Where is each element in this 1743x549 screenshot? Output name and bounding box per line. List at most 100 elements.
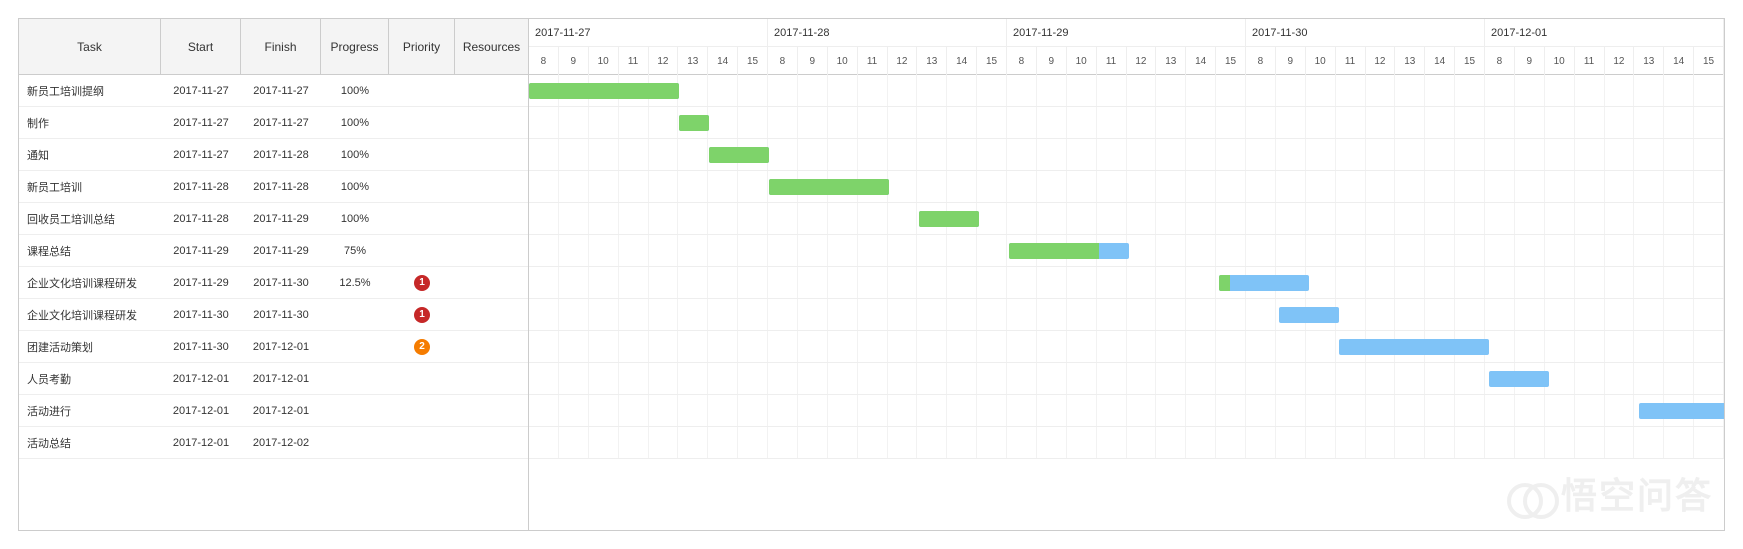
date-header-cell: 2017-12-01 xyxy=(1485,19,1724,46)
task-start-cell: 2017-11-29 xyxy=(161,267,241,298)
date-header-cell: 2017-11-27 xyxy=(529,19,768,46)
hour-header-cell: 11 xyxy=(1097,47,1127,75)
gantt-bar[interactable] xyxy=(679,115,709,131)
hour-header-cell: 8 xyxy=(1485,47,1515,75)
gantt-bar[interactable] xyxy=(709,147,769,163)
col-header-resources: Resources xyxy=(455,19,528,74)
task-finish-cell: 2017-11-28 xyxy=(241,139,321,170)
timeline-row xyxy=(529,171,1724,203)
hour-header-cell: 14 xyxy=(1664,47,1694,75)
task-start-cell: 2017-12-01 xyxy=(161,363,241,394)
date-header-cell: 2017-11-29 xyxy=(1007,19,1246,46)
hour-header-cell: 8 xyxy=(529,47,559,75)
timeline-row xyxy=(529,299,1724,331)
task-priority-cell xyxy=(389,203,455,234)
task-resources-cell xyxy=(455,107,528,138)
table-row[interactable]: 活动进行2017-12-012017-12-01 xyxy=(19,395,528,427)
task-name-cell: 团建活动策划 xyxy=(19,331,161,362)
hour-header-cell: 13 xyxy=(917,47,947,75)
table-row[interactable]: 通知2017-11-272017-11-28100% xyxy=(19,139,528,171)
gantt-bar[interactable] xyxy=(1639,403,1724,419)
hour-header-cell: 11 xyxy=(1575,47,1605,75)
gantt-bar-progress xyxy=(1009,243,1099,259)
timeline-date-row: 2017-11-272017-11-282017-11-292017-11-30… xyxy=(529,19,1724,47)
task-priority-cell xyxy=(389,171,455,202)
hour-header-cell: 13 xyxy=(678,47,708,75)
table-row[interactable]: 新员工培训2017-11-282017-11-28100% xyxy=(19,171,528,203)
hour-header-cell: 15 xyxy=(1694,47,1724,75)
hour-header-cell: 10 xyxy=(1306,47,1336,75)
table-row[interactable]: 新员工培训提纲2017-11-272017-11-27100% xyxy=(19,75,528,107)
table-row[interactable]: 制作2017-11-272017-11-27100% xyxy=(19,107,528,139)
table-row[interactable]: 企业文化培训课程研发2017-11-292017-11-3012.5%1 xyxy=(19,267,528,299)
task-progress-cell xyxy=(321,427,389,458)
task-start-cell: 2017-11-30 xyxy=(161,299,241,330)
task-resources-cell xyxy=(455,299,528,330)
gantt-bar[interactable] xyxy=(1339,339,1489,355)
gantt-bar[interactable] xyxy=(769,179,889,195)
task-progress-cell: 100% xyxy=(321,107,389,138)
hour-header-cell: 13 xyxy=(1395,47,1425,75)
task-resources-cell xyxy=(455,427,528,458)
table-row[interactable]: 团建活动策划2017-11-302017-12-01 2 xyxy=(19,331,528,363)
col-header-start: Start xyxy=(161,19,241,74)
task-finish-cell: 2017-12-01 xyxy=(241,395,321,426)
task-resources-cell xyxy=(455,235,528,266)
priority-badge-icon: 2 xyxy=(414,339,430,355)
col-header-progress: Progress xyxy=(321,19,389,74)
task-finish-cell: 2017-12-01 xyxy=(241,331,321,362)
hour-header-cell: 12 xyxy=(649,47,679,75)
hour-header-cell: 12 xyxy=(1605,47,1635,75)
task-name-cell: 新员工培训 xyxy=(19,171,161,202)
gantt-bar[interactable] xyxy=(919,211,979,227)
table-row[interactable]: 人员考勤2017-12-012017-12-01 xyxy=(19,363,528,395)
task-start-cell: 2017-11-28 xyxy=(161,203,241,234)
hour-header-cell: 14 xyxy=(1186,47,1216,75)
hour-header-cell: 10 xyxy=(828,47,858,75)
hour-header-cell: 9 xyxy=(798,47,828,75)
table-row[interactable]: 回收员工培训总结2017-11-282017-11-29100% xyxy=(19,203,528,235)
hour-header-cell: 10 xyxy=(1067,47,1097,75)
task-priority-cell xyxy=(389,235,455,266)
task-priority-cell: 1 xyxy=(389,267,455,298)
priority-badge-icon: 1 xyxy=(414,307,430,323)
table-row[interactable]: 课程总结2017-11-292017-11-2975% xyxy=(19,235,528,267)
hour-header-cell: 13 xyxy=(1634,47,1664,75)
task-priority-cell: 1 xyxy=(389,299,455,330)
task-start-cell: 2017-11-29 xyxy=(161,235,241,266)
hour-header-cell: 11 xyxy=(858,47,888,75)
task-priority-cell xyxy=(389,427,455,458)
table-row[interactable]: 活动总结2017-12-012017-12-02 xyxy=(19,427,528,459)
gantt-bar[interactable] xyxy=(1219,275,1309,291)
task-finish-cell: 2017-12-02 xyxy=(241,427,321,458)
gantt-bar-progress xyxy=(529,83,679,99)
hour-header-cell: 11 xyxy=(1336,47,1366,75)
gantt-bar[interactable] xyxy=(1279,307,1339,323)
gantt-bar[interactable] xyxy=(1009,243,1129,259)
gantt-bar-progress xyxy=(919,211,979,227)
task-name-cell: 活动进行 xyxy=(19,395,161,426)
gantt-container: Task Start Finish Progress Priority Reso… xyxy=(18,18,1725,531)
task-name-cell: 回收员工培训总结 xyxy=(19,203,161,234)
task-name-cell: 企业文化培训课程研发 xyxy=(19,299,161,330)
task-priority-cell xyxy=(389,107,455,138)
hour-header-cell: 10 xyxy=(1545,47,1575,75)
table-row[interactable]: 企业文化培训课程研发2017-11-302017-11-301 xyxy=(19,299,528,331)
hour-header-cell: 8 xyxy=(1007,47,1037,75)
task-resources-cell xyxy=(455,331,528,362)
task-name-cell: 活动总结 xyxy=(19,427,161,458)
task-finish-cell: 2017-11-30 xyxy=(241,267,321,298)
col-header-priority: Priority xyxy=(389,19,455,74)
task-progress-cell xyxy=(321,299,389,330)
task-progress-cell: 75% xyxy=(321,235,389,266)
task-resources-cell xyxy=(455,75,528,106)
task-resources-cell xyxy=(455,267,528,298)
gantt-bar[interactable] xyxy=(529,83,679,99)
task-start-cell: 2017-11-28 xyxy=(161,171,241,202)
gantt-bar-progress xyxy=(709,147,769,163)
task-progress-cell: 100% xyxy=(321,75,389,106)
hour-header-cell: 15 xyxy=(738,47,768,75)
task-start-cell: 2017-11-30 xyxy=(161,331,241,362)
gantt-bar[interactable] xyxy=(1489,371,1549,387)
timeline-row xyxy=(529,75,1724,107)
